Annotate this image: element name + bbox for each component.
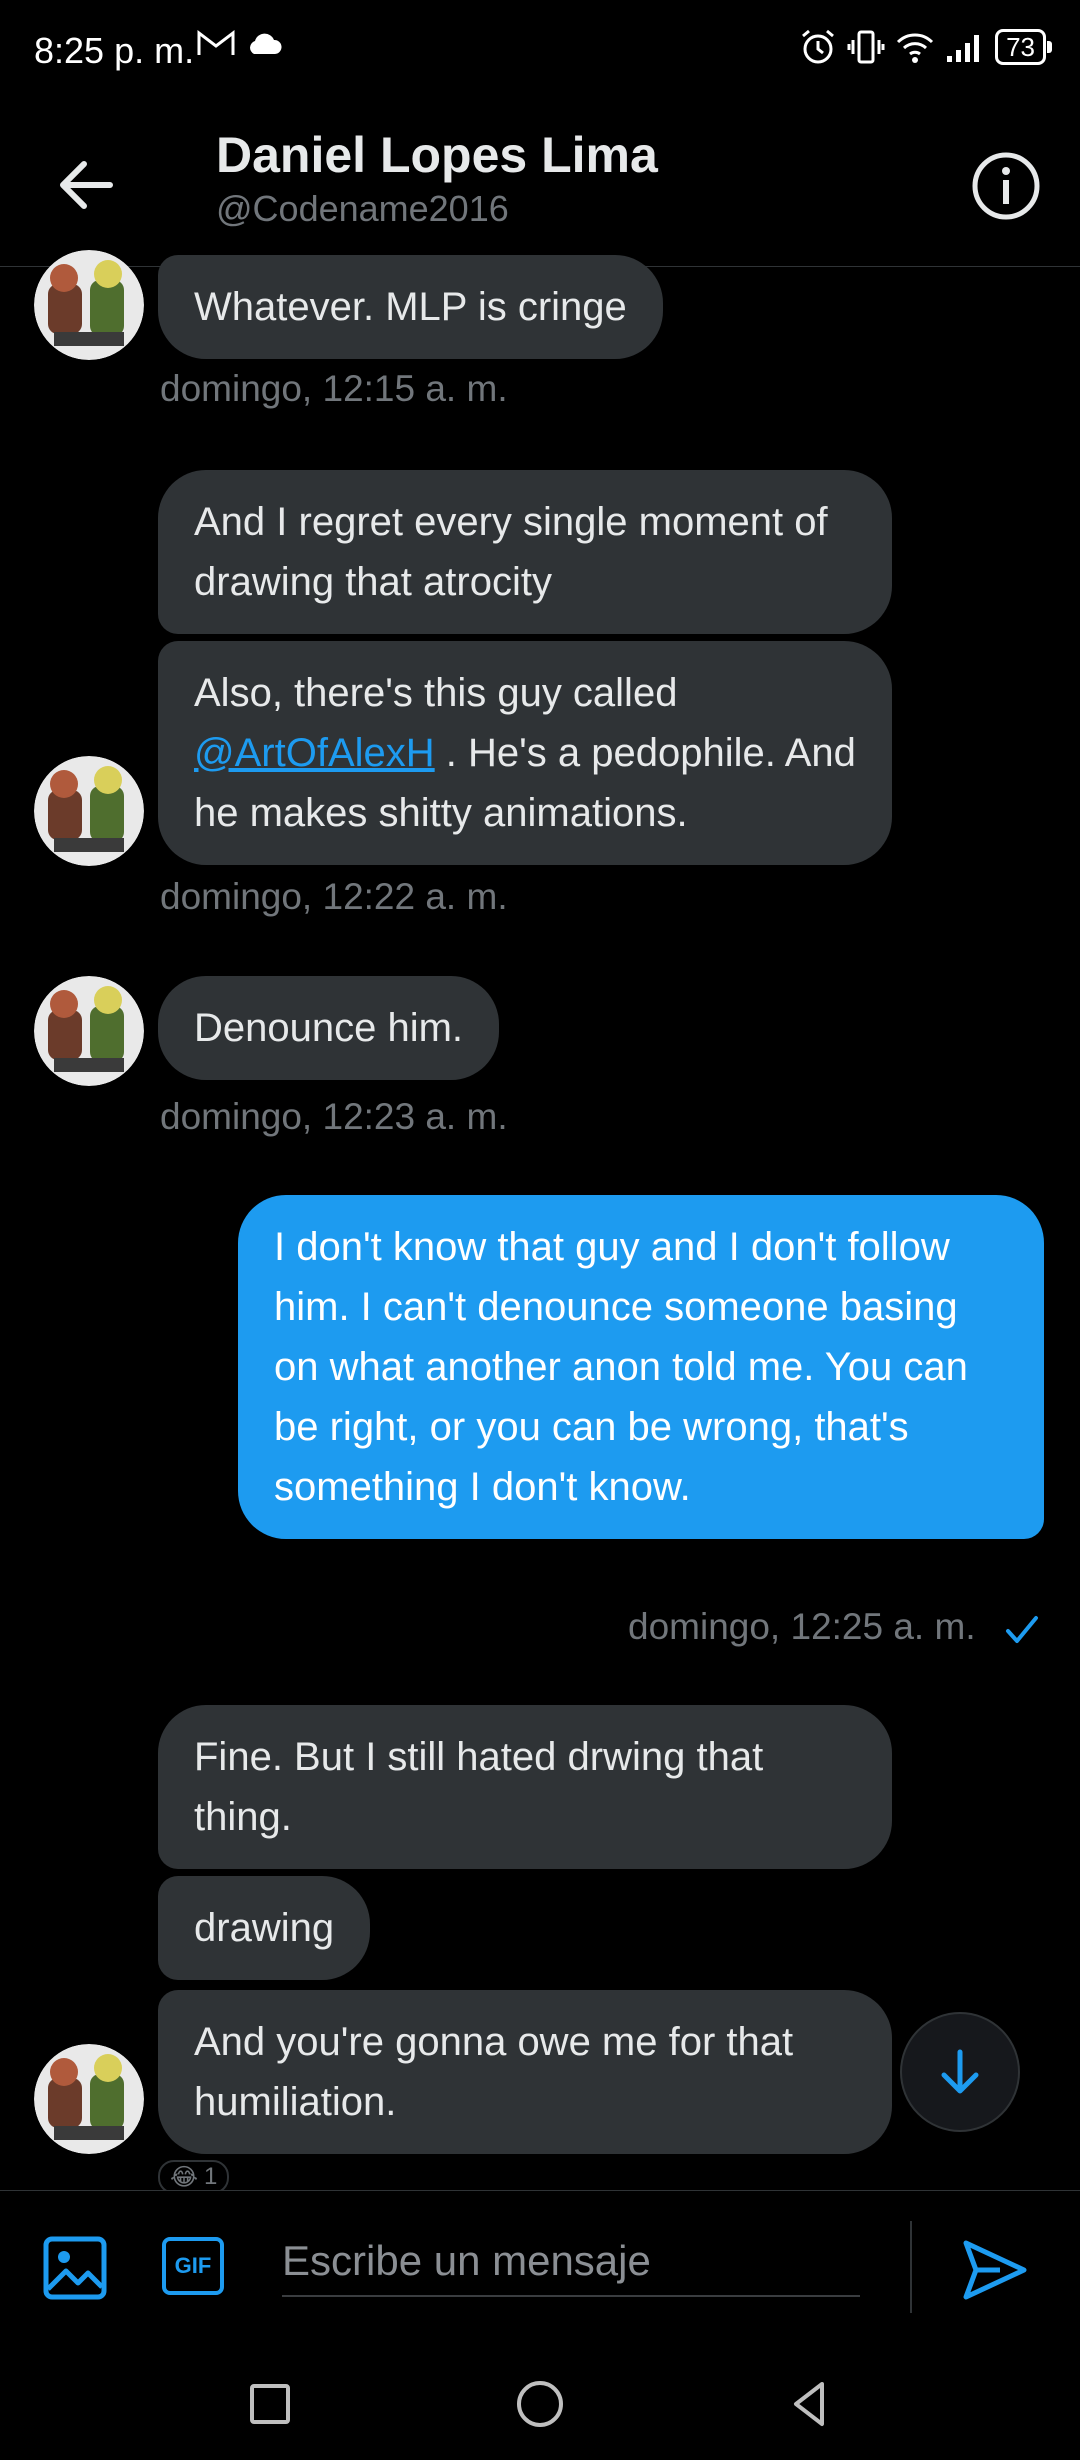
avatar[interactable] [34,756,144,866]
message-bubble[interactable]: And I regret every single moment of draw… [158,470,892,634]
status-time: 8:25 p. m. [34,30,195,71]
mention-link[interactable]: @ArtOfAlexH [194,731,435,775]
message-timestamp: domingo, 12:22 a. m. [160,876,508,917]
avatar[interactable] [34,2044,144,2154]
message-composer: GIF [0,2190,1080,2351]
avatar[interactable] [34,250,144,360]
reaction-count: 1 [204,2163,218,2190]
avatar[interactable] [34,976,144,1086]
status-left-icons [196,28,284,58]
message-bubble[interactable]: Denounce him. [158,976,500,1080]
back-arrow-icon[interactable] [52,150,122,220]
composer-divider [910,2221,912,2313]
home-icon[interactable] [510,2374,570,2434]
scroll-to-bottom-button[interactable] [900,2012,1020,2132]
gmail-icon [197,29,235,55]
reaction-badge[interactable]: 😂 1 [158,2160,230,2194]
battery-indicator: 73 [995,29,1052,65]
system-nav-bar [0,2350,1080,2460]
message-text: Also, there's this guy called [194,671,678,715]
message-bubble[interactable]: Whatever. MLP is cringe [158,255,663,359]
message-bubble[interactable]: Fine. But I still hated drwing that thin… [158,1705,892,1869]
info-icon[interactable] [968,148,1044,224]
gif-button[interactable]: GIF [162,2237,224,2295]
message-input[interactable] [282,2227,860,2297]
message-bubble[interactable]: Also, there's this guy called @ArtOfAlex… [158,641,892,865]
seen-check-icon [1006,1616,1038,1643]
message-timestamp: domingo, 12:15 a. m. [160,368,508,409]
status-bar: 8:25 p. m. 73 [0,0,1080,100]
conversation-handle[interactable]: @Codename2016 [216,188,509,230]
signal-icon [947,35,980,62]
recent-apps-icon[interactable] [240,2374,300,2434]
message-bubble-sent[interactable]: I don't know that guy and I don't follow… [238,1195,1044,1539]
message-bubble[interactable]: And you're gonna owe me for that humilia… [158,1990,892,2154]
alarm-icon [802,29,835,64]
vibrate-icon [847,30,885,64]
conversation-header: Daniel Lopes Lima @Codename2016 [0,100,1080,267]
message-timestamp: domingo, 12:23 a. m. [160,1096,508,1137]
message-timestamp: domingo, 12:25 a. m. [628,1606,976,1647]
image-icon[interactable] [40,2233,110,2303]
arrow-down-icon [941,2049,979,2094]
back-triangle-icon[interactable] [780,2374,840,2434]
wifi-icon [897,33,934,63]
conversation-title[interactable]: Daniel Lopes Lima [216,126,658,184]
message-bubble[interactable]: drawing [158,1876,371,1980]
send-icon[interactable] [960,2235,1030,2305]
cloud-icon [250,33,282,54]
laughing-emoji-icon: 😂 [170,2163,199,2191]
status-right-icons: 73 [799,28,1052,66]
